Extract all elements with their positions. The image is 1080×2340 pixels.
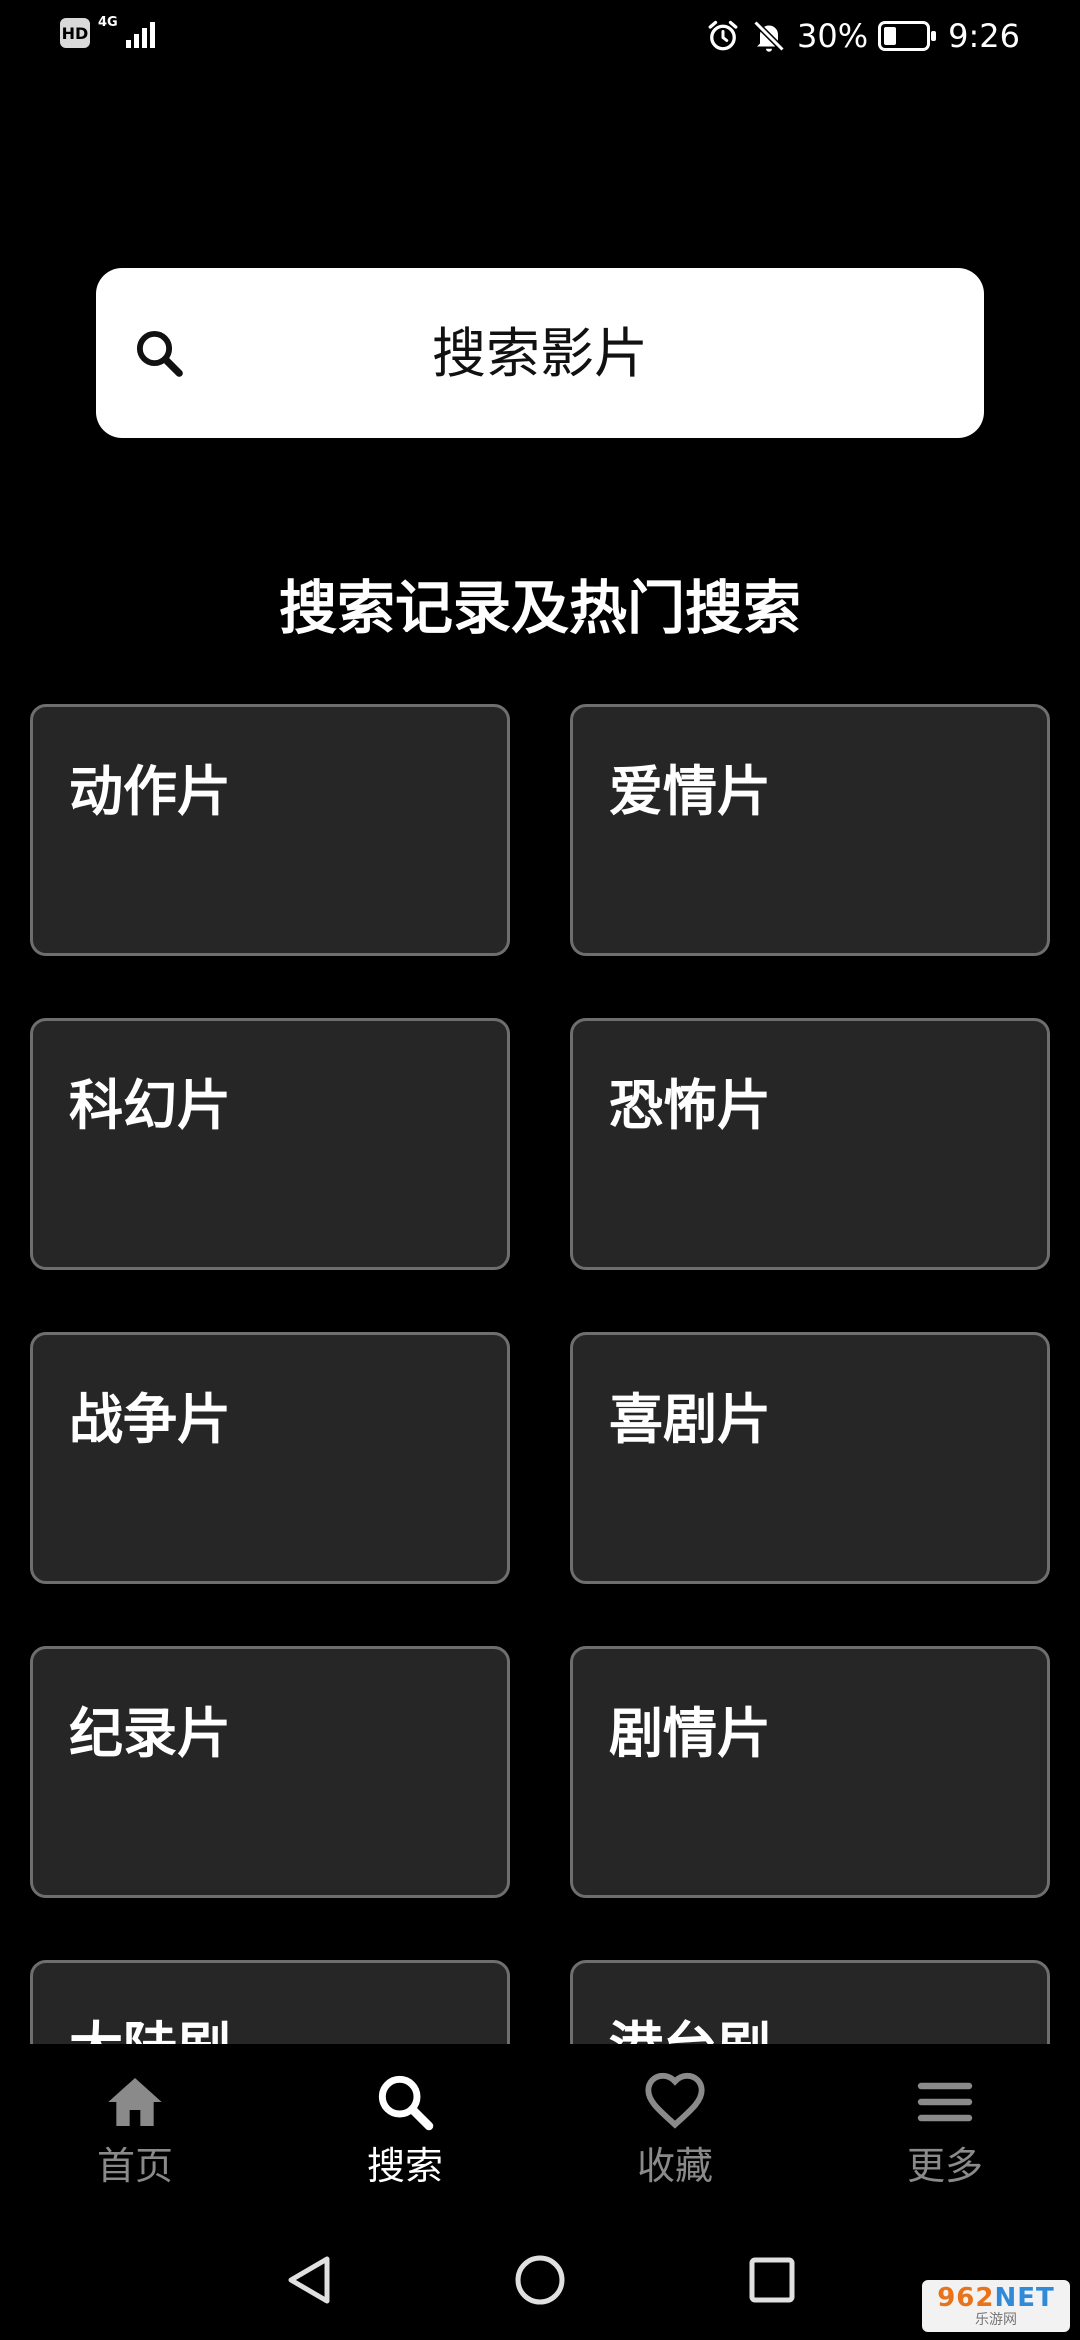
search-input[interactable] [96,268,984,438]
category-card[interactable]: 爱情片 [570,704,1050,956]
battery-percent: 30% [797,17,869,55]
category-card[interactable]: 港台剧 [570,1960,1050,2044]
category-label: 恐怖片 [609,1074,771,1137]
category-card[interactable]: 纪录片 [30,1646,510,1898]
back-button[interactable] [278,2250,338,2310]
status-bar: HD 4G 30% 9:26 [0,0,1080,72]
category-label: 纪录片 [69,1702,231,1765]
category-label: 动作片 [69,760,231,823]
nav-item-favorites[interactable]: 收藏 [540,2044,810,2220]
category-list[interactable]: 动作片 爱情片 科幻片 恐怖片 战争片 喜剧片 纪录片 剧情片 大陆剧 港台剧 [0,700,1080,2044]
nav-item-search[interactable]: 搜索 [270,2044,540,2220]
category-label: 战争片 [69,1388,231,1451]
bottom-nav: 首页 搜索 收藏 更多 [0,2044,1080,2220]
category-grid: 动作片 爱情片 科幻片 恐怖片 战争片 喜剧片 纪录片 剧情片 大陆剧 港台剧 [30,704,1050,2044]
clock: 9:26 [948,17,1020,55]
category-label: 大陆剧 [69,2013,231,2044]
alarm-icon [708,20,738,51]
home-button[interactable] [510,2250,570,2310]
category-label: 科幻片 [69,1074,231,1137]
home-icon [108,2078,162,2126]
nav-label: 搜索 [366,2144,443,2188]
section-title: 搜索记录及热门搜索 [278,574,801,642]
battery-icon [878,21,937,51]
watermark-main: 962 [937,2283,995,2313]
hd-badge: HD [60,18,90,48]
menu-icon [917,2082,973,2122]
watermark-logo: 962NET 乐游网 [922,2280,1070,2332]
category-card[interactable]: 科幻片 [30,1018,510,1270]
category-card[interactable]: 恐怖片 [570,1018,1050,1270]
category-card[interactable]: 动作片 [30,704,510,956]
watermark-sub: 乐游网 [975,2312,1017,2328]
signal-icon [125,18,155,48]
back-triangle-icon [288,2256,330,2304]
home-circle-icon [515,2255,565,2305]
status-right: 30% 9:26 [705,14,1020,58]
category-card[interactable]: 战争片 [30,1332,510,1584]
category-card[interactable]: 剧情片 [570,1646,1050,1898]
recent-square-icon [749,2257,795,2303]
category-label: 港台剧 [609,2013,771,2044]
nav-label: 更多 [906,2144,983,2188]
category-card[interactable]: 大陆剧 [30,1960,510,2044]
category-label: 爱情片 [609,760,771,823]
system-nav-bar: 962NET 乐游网 [0,2220,1080,2340]
category-label: 喜剧片 [609,1388,771,1451]
watermark-suffix: NET [994,2283,1055,2313]
search-box[interactable] [96,268,984,438]
status-left: HD 4G [60,15,155,48]
search-icon [136,330,183,377]
heart-icon [645,2072,705,2129]
mute-icon [753,20,785,52]
network-type: 4G [98,15,118,30]
nav-item-home[interactable]: 首页 [0,2044,270,2220]
category-label: 剧情片 [609,1702,771,1765]
category-card[interactable]: 喜剧片 [570,1332,1050,1584]
search-icon [378,2075,434,2131]
recent-apps-button[interactable] [742,2250,802,2310]
battery-level [884,27,897,45]
nav-item-more[interactable]: 更多 [810,2044,1080,2220]
nav-label: 首页 [96,2144,173,2188]
nav-label: 收藏 [636,2144,713,2188]
